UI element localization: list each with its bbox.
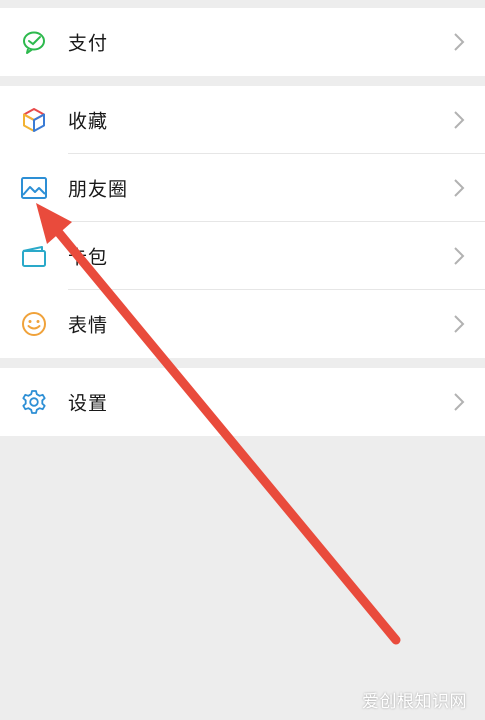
menu-label-pay: 支付 (68, 32, 109, 55)
menu-label-moments: 朋友圈 (68, 178, 129, 201)
watermark: 爱创根知识网 (362, 692, 467, 712)
chevron-right-icon (454, 247, 465, 265)
chevron-right-icon (454, 315, 465, 333)
card-icon (20, 242, 48, 270)
chevron-right-icon (454, 33, 465, 51)
chevron-right-icon (454, 393, 465, 411)
top-strip (0, 0, 485, 8)
menu-item-cards[interactable]: 卡包 (0, 222, 485, 290)
image-icon (20, 174, 48, 202)
menu-label-stickers: 表情 (68, 314, 109, 337)
menu-item-stickers[interactable]: 表情 (0, 290, 485, 358)
menu-item-settings[interactable]: 设置 (0, 368, 485, 436)
menu-label-settings: 设置 (68, 392, 109, 415)
gear-icon (20, 388, 48, 416)
chevron-right-icon (454, 179, 465, 197)
smiley-icon (20, 310, 48, 338)
group-main: 收藏 朋友圈 卡包 表情 (0, 86, 485, 358)
menu-item-moments[interactable]: 朋友圈 (0, 154, 485, 222)
wechat-pay-icon (20, 28, 48, 56)
cube-icon (20, 106, 48, 134)
menu-item-favorites[interactable]: 收藏 (0, 86, 485, 154)
menu-label-favorites: 收藏 (68, 110, 109, 133)
group-pay: 支付 (0, 8, 485, 76)
chevron-right-icon (454, 111, 465, 129)
menu-item-pay[interactable]: 支付 (0, 8, 485, 76)
group-settings: 设置 (0, 368, 485, 436)
menu-label-cards: 卡包 (68, 246, 109, 269)
